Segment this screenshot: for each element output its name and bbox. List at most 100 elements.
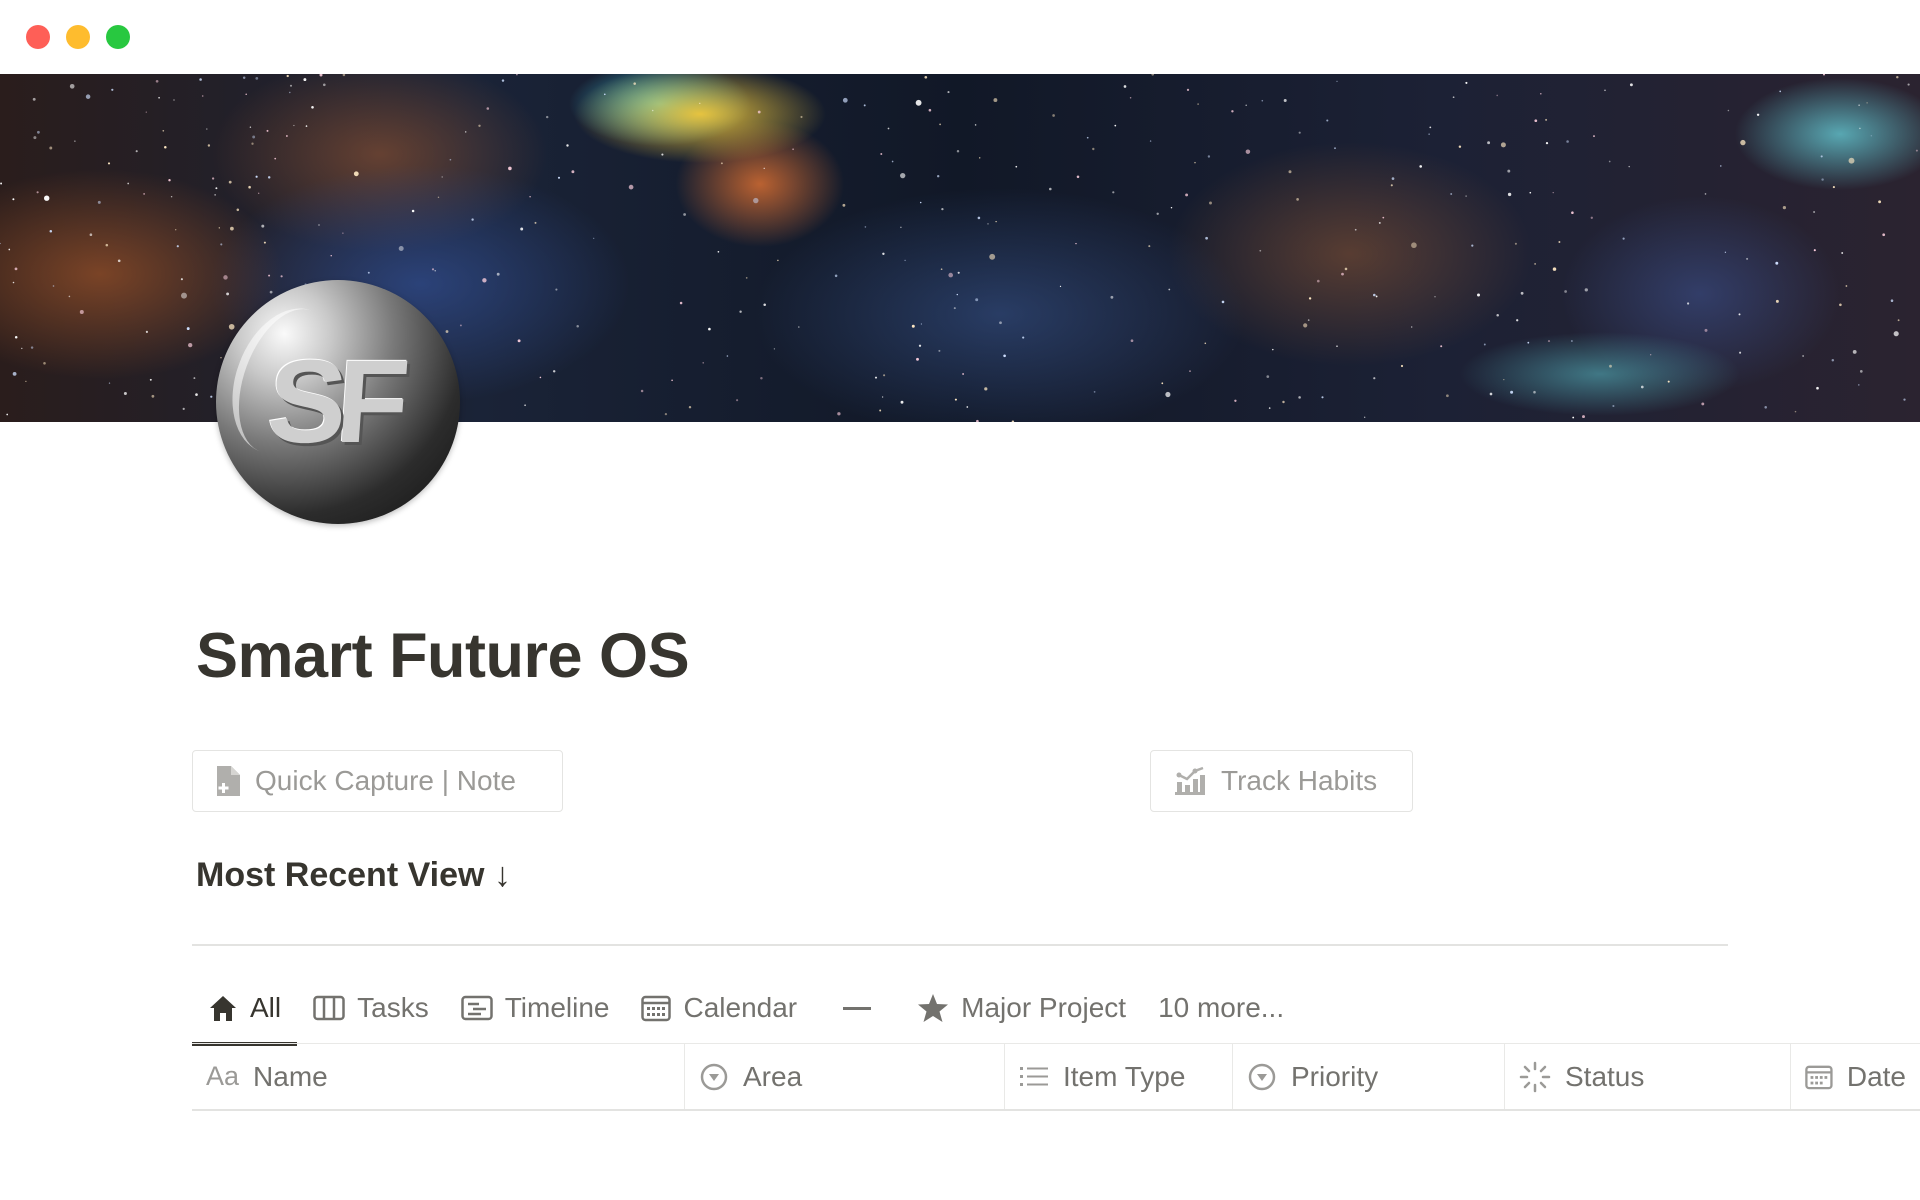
star xyxy=(1204,342,1207,345)
star xyxy=(1076,175,1080,179)
star xyxy=(1112,191,1115,194)
star xyxy=(978,157,981,159)
column-header-item-type[interactable]: Item Type xyxy=(1005,1044,1233,1109)
chart-icon xyxy=(1175,766,1205,795)
star xyxy=(937,175,940,178)
star xyxy=(108,382,111,384)
star xyxy=(1231,110,1234,113)
star xyxy=(1802,355,1804,357)
star xyxy=(966,406,969,408)
more-views-label: 10 more... xyxy=(1158,992,1285,1023)
quick-capture-button[interactable]: Quick Capture | Note xyxy=(192,750,563,812)
star xyxy=(1391,177,1395,180)
star xyxy=(976,419,979,422)
star xyxy=(1907,83,1910,86)
star xyxy=(1326,119,1329,122)
star xyxy=(255,175,258,178)
star xyxy=(999,321,1002,325)
star xyxy=(989,253,996,260)
star xyxy=(633,82,636,85)
star xyxy=(1520,291,1524,295)
star xyxy=(1622,237,1625,240)
star xyxy=(1440,345,1443,348)
star xyxy=(1446,394,1449,398)
star xyxy=(181,292,187,299)
star xyxy=(1552,192,1554,194)
star xyxy=(628,184,634,190)
star xyxy=(242,76,246,80)
star xyxy=(984,387,988,391)
star xyxy=(1130,339,1134,343)
star xyxy=(1704,193,1707,195)
star xyxy=(145,330,148,333)
star xyxy=(1533,390,1536,394)
star xyxy=(651,109,654,112)
home-icon xyxy=(210,996,236,1021)
page-title[interactable]: Smart Future OS xyxy=(196,620,690,692)
column-header-date[interactable]: Date xyxy=(1791,1044,1920,1109)
zoom-window-button[interactable] xyxy=(106,25,130,49)
star xyxy=(977,216,981,220)
star xyxy=(524,404,526,407)
star xyxy=(268,274,271,277)
star xyxy=(1185,193,1189,197)
column-header-area[interactable]: Area xyxy=(685,1044,1005,1109)
star xyxy=(1764,406,1767,409)
page-icon-avatar[interactable]: SF xyxy=(216,280,460,524)
star xyxy=(1756,113,1760,117)
tab-major-project[interactable]: Major Project xyxy=(901,975,1142,1041)
star xyxy=(411,209,415,213)
tab-calendar[interactable]: Calendar xyxy=(625,975,813,1041)
star xyxy=(201,95,204,97)
star xyxy=(1545,118,1548,121)
star xyxy=(1450,193,1453,195)
column-header-priority[interactable]: Priority xyxy=(1233,1044,1505,1109)
star xyxy=(286,74,289,78)
star xyxy=(182,407,185,411)
star xyxy=(230,226,234,231)
star xyxy=(1701,402,1705,406)
star xyxy=(266,129,269,132)
star xyxy=(135,150,138,153)
more-views-button[interactable]: 10 more... xyxy=(1142,975,1300,1041)
column-header-name[interactable]: Aa Name xyxy=(192,1044,685,1109)
track-habits-button[interactable]: Track Habits xyxy=(1150,750,1413,812)
star xyxy=(1086,136,1089,139)
star xyxy=(37,130,40,134)
star xyxy=(1821,178,1824,181)
calendar-icon xyxy=(1805,1065,1833,1089)
star xyxy=(1186,88,1190,92)
star xyxy=(1110,295,1114,299)
star xyxy=(79,310,84,314)
star xyxy=(43,362,46,365)
star xyxy=(995,220,997,223)
star xyxy=(1628,165,1630,168)
star xyxy=(1496,94,1498,97)
star xyxy=(792,148,794,151)
star xyxy=(1288,170,1292,174)
star xyxy=(679,301,683,305)
column-header-status[interactable]: Status xyxy=(1505,1044,1791,1109)
select-icon xyxy=(1248,1063,1276,1090)
star xyxy=(1529,191,1532,194)
star xyxy=(0,242,1,245)
star xyxy=(252,135,256,139)
close-window-button[interactable] xyxy=(26,25,50,49)
star xyxy=(916,357,919,361)
star xyxy=(471,218,474,221)
star xyxy=(661,153,664,156)
tab-divider-view[interactable] xyxy=(813,975,901,1041)
star xyxy=(566,144,569,147)
tab-timeline[interactable]: Timeline xyxy=(445,975,626,1041)
timeline-icon xyxy=(460,995,493,1021)
star xyxy=(1234,399,1237,402)
text-type-icon: Aa xyxy=(206,1061,240,1091)
star xyxy=(948,272,954,278)
star xyxy=(864,226,867,228)
minimize-window-button[interactable] xyxy=(66,25,90,49)
star xyxy=(1382,216,1385,219)
star xyxy=(1452,96,1455,99)
tab-all[interactable]: All xyxy=(192,975,298,1046)
star xyxy=(763,303,766,307)
tab-tasks[interactable]: Tasks xyxy=(297,975,445,1041)
